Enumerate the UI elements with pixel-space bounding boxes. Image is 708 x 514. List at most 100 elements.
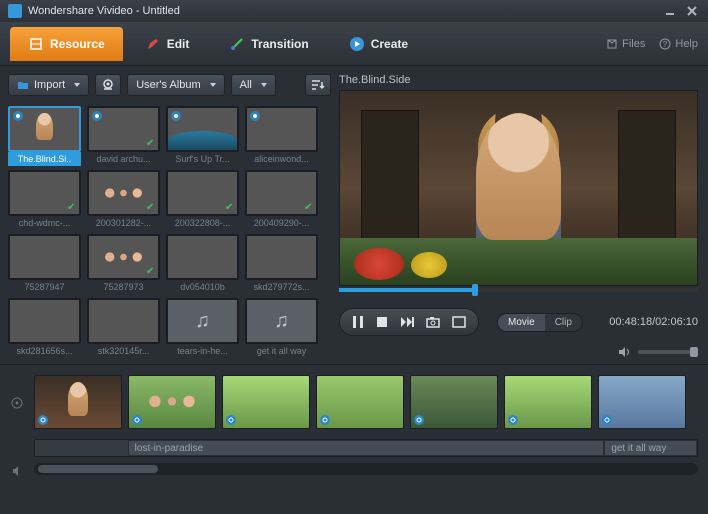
media-thumb[interactable]: ✔Surf's Up Tr...	[166, 106, 239, 166]
thumb-label: 200301282-...	[87, 216, 160, 230]
media-thumb[interactable]: The.Blind.Si..	[8, 106, 81, 166]
help-link[interactable]: ? Help	[659, 38, 698, 50]
thumb-label: chd-wdmc-...	[8, 216, 81, 230]
link-icon	[507, 414, 519, 426]
video-badge-icon	[249, 110, 261, 122]
edit-icon	[145, 36, 161, 52]
check-icon: ✔	[225, 138, 235, 148]
link-icon	[131, 414, 143, 426]
minimize-button[interactable]	[662, 3, 678, 19]
media-thumb[interactable]: skd281656s...	[8, 298, 81, 358]
media-thumb[interactable]: 75287947	[8, 234, 81, 294]
timeline-clip[interactable]	[316, 375, 404, 429]
video-track-icon	[10, 396, 34, 413]
viewmode-clip[interactable]: Clip	[545, 314, 582, 331]
tab-label: Create	[371, 37, 408, 51]
timeline-clip[interactable]	[222, 375, 310, 429]
next-button[interactable]	[400, 316, 414, 328]
pause-button[interactable]	[352, 315, 364, 329]
audio-track[interactable]: lost-in-paradiseget it all way	[34, 439, 698, 457]
tab-resource[interactable]: Resource	[10, 27, 123, 61]
sort-icon	[311, 79, 325, 91]
tab-edit[interactable]: Edit	[127, 27, 208, 61]
volume-icon[interactable]	[618, 346, 632, 358]
audio-clip[interactable]: lost-in-paradise	[128, 440, 605, 456]
thumb-image: ♫	[166, 298, 239, 344]
thumb-label: tears-in-he...	[166, 344, 239, 358]
help-icon: ?	[659, 38, 671, 50]
audio-track-icon	[10, 464, 34, 481]
chevron-down-icon	[74, 83, 80, 87]
media-thumb[interactable]: skd279772s...	[245, 234, 318, 294]
check-icon: ✔	[304, 202, 314, 212]
timeline-clip[interactable]	[504, 375, 592, 429]
thumb-image	[8, 298, 81, 344]
sort-button[interactable]	[305, 74, 331, 96]
thumb-image: ✔	[87, 106, 160, 152]
thumb-image: ✔	[87, 234, 160, 280]
check-icon: ✔	[146, 202, 156, 212]
webcam-icon	[101, 79, 115, 91]
timeline-clip[interactable]	[128, 375, 216, 429]
timeline-clip[interactable]	[598, 375, 686, 429]
media-thumb[interactable]: stk320145r...	[87, 298, 160, 358]
filter-dropdown[interactable]: All	[231, 74, 276, 96]
thumb-label: 75287947	[8, 280, 81, 294]
close-button[interactable]	[684, 3, 700, 19]
thumb-image	[166, 234, 239, 280]
thumb-image: ✔	[166, 106, 239, 152]
thumb-label: The.Blind.Si..	[8, 152, 81, 166]
transition-icon	[229, 36, 245, 52]
audio-clip[interactable]: get it all way	[604, 440, 697, 456]
media-thumb[interactable]: ♫get it all way	[245, 298, 318, 358]
media-thumb[interactable]: ✔ chd-wdmc-...	[8, 170, 81, 230]
media-thumb[interactable]: ♫tears-in-he...	[166, 298, 239, 358]
link-icon	[601, 414, 613, 426]
tab-label: Resource	[50, 37, 105, 51]
thumb-image: ♫	[245, 298, 318, 344]
timeline-clip[interactable]	[410, 375, 498, 429]
progress-handle[interactable]	[472, 284, 478, 296]
timecode: 00:48:18/02:06:10	[609, 316, 698, 328]
snapshot-button[interactable]	[426, 316, 440, 328]
check-icon: ✔	[146, 138, 156, 148]
files-link[interactable]: Files	[606, 38, 645, 50]
tab-create[interactable]: Create	[331, 27, 426, 61]
media-thumb[interactable]: ✔ david archu...	[87, 106, 160, 166]
files-icon	[606, 38, 618, 50]
thumb-image: ✔	[245, 170, 318, 216]
fullscreen-button[interactable]	[452, 316, 466, 328]
preview-progress[interactable]	[339, 288, 698, 292]
link-icon	[413, 414, 425, 426]
stop-button[interactable]	[376, 316, 388, 328]
thumb-label: 200322808-...	[166, 216, 239, 230]
thumb-label: david archu...	[87, 152, 160, 166]
link-icon	[225, 414, 237, 426]
media-thumb[interactable]: ✔75287973	[87, 234, 160, 294]
check-icon: ✔	[67, 202, 77, 212]
window-title: Wondershare Vivideo - Untitled	[28, 5, 656, 17]
album-dropdown[interactable]: User's Album	[127, 74, 224, 96]
media-thumb[interactable]: dv054010b	[166, 234, 239, 294]
thumb-label: get it all way	[245, 344, 318, 358]
preview-viewport[interactable]	[339, 90, 698, 286]
app-logo	[8, 4, 22, 18]
link-icon	[37, 414, 49, 426]
thumb-label: 200409290-...	[245, 216, 318, 230]
timeline-scrollbar[interactable]	[34, 463, 698, 475]
media-thumb[interactable]: ✔200322808-...	[166, 170, 239, 230]
thumb-label: dv054010b	[166, 280, 239, 294]
tab-transition[interactable]: Transition	[211, 27, 326, 61]
webcam-button[interactable]	[95, 74, 121, 96]
timeline-clip[interactable]	[34, 375, 122, 429]
video-badge-icon	[91, 110, 103, 122]
viewmode-movie[interactable]: Movie	[498, 314, 545, 331]
volume-slider[interactable]	[638, 350, 698, 354]
thumb-image: ✔	[8, 170, 81, 216]
folder-icon	[17, 79, 29, 91]
import-button[interactable]: Import	[8, 74, 89, 96]
media-thumb[interactable]: aliceinwond...	[245, 106, 318, 166]
media-thumb[interactable]: ✔ 200301282-...	[87, 170, 160, 230]
chevron-down-icon	[261, 83, 267, 87]
media-thumb[interactable]: ✔ 200409290-...	[245, 170, 318, 230]
